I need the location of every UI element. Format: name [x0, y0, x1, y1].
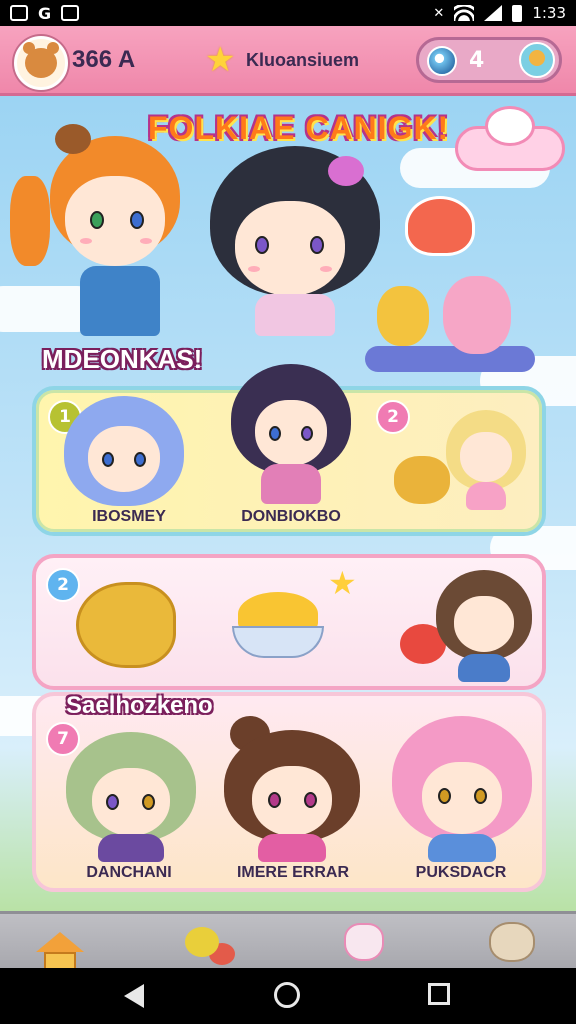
- nav-bunny[interactable]: [334, 918, 394, 966]
- chibi-blue-hair[interactable]: [64, 396, 184, 506]
- character-name: PUKSDACR: [415, 864, 507, 881]
- small-bear: [394, 456, 450, 504]
- chibi-purple-hair[interactable]: [231, 364, 351, 504]
- nav-home[interactable]: [30, 918, 90, 972]
- bottom-nav: [0, 911, 576, 972]
- chibi-pink-hair[interactable]: [392, 716, 532, 862]
- header-title: Kluoansiuem: [246, 50, 360, 70]
- section-label-3: Saelhozkeno: [66, 692, 213, 719]
- recents-icon[interactable]: [428, 983, 450, 1005]
- chibi-green-hair[interactable]: [66, 732, 196, 862]
- cat-icon: [61, 5, 80, 21]
- chibi-blonde[interactable]: [446, 410, 526, 510]
- home-circle-icon[interactable]: [274, 982, 300, 1008]
- counter-pill[interactable]: 4: [416, 37, 562, 83]
- panel-badge: 2: [46, 568, 80, 602]
- character-panel-1[interactable]: 1 2 IBOSMEY DONBIOKBO: [32, 364, 546, 536]
- moon-orb-icon: [427, 46, 457, 76]
- character-panel-3[interactable]: 7 DANCHANI IMERE ERRAR PUKSDACR: [32, 692, 546, 892]
- battery-icon: [512, 4, 523, 22]
- character-name: IMERE ERRAR: [236, 864, 349, 881]
- counter-value: 4: [469, 48, 485, 73]
- chibi-brown-pigtails[interactable]: [436, 570, 532, 682]
- character-panel-2[interactable]: 2 ★: [32, 554, 546, 690]
- bunny-icon: [344, 923, 384, 961]
- game-header: 366 A ★ Kluoansiuem 4: [0, 26, 576, 96]
- chibi-black-hair[interactable]: [200, 146, 390, 336]
- fruit-icon: [185, 927, 219, 957]
- jelly-bowl: [232, 592, 324, 658]
- panel-badge-secondary: 2: [376, 400, 410, 434]
- character-name: DONBIOKBO: [241, 508, 341, 525]
- golden-bear: [76, 582, 176, 668]
- bear-avatar-icon: [23, 42, 59, 78]
- wifi-icon: [454, 5, 475, 21]
- cookie-icon: [489, 922, 535, 962]
- bear-friends: [365, 276, 535, 376]
- character-name: IBOSMEY: [92, 508, 166, 525]
- player-avatar[interactable]: [14, 36, 68, 90]
- chibi-brown-bun[interactable]: [224, 716, 360, 862]
- flying-cloud-mascot: [455, 106, 565, 176]
- mascot-icon: [519, 42, 555, 78]
- home-icon: [36, 932, 84, 972]
- chibi-orange-hair[interactable]: [10, 116, 200, 336]
- nav-cookie[interactable]: [482, 918, 542, 966]
- star-icon: ★: [328, 564, 357, 602]
- game-scene: FOLKIAE CANIGK! MDEONKAS! 1 2 IBOSMEY DO…: [0, 96, 576, 911]
- coin-count: 366 A: [72, 46, 136, 73]
- system-nav-bar: [0, 968, 576, 1024]
- clock: 1:33: [532, 4, 566, 22]
- google-icon: G: [38, 3, 52, 23]
- image-icon: [10, 5, 28, 21]
- status-bar: G ✕ 1:33: [0, 0, 576, 26]
- jelly-balloon: [405, 196, 475, 256]
- character-name: DANCHANI: [86, 864, 172, 881]
- nav-fruit[interactable]: [172, 918, 232, 966]
- star-icon: ★: [205, 40, 236, 80]
- signal-icon: [484, 5, 503, 21]
- mute-icon: ✕: [433, 5, 445, 21]
- section-label-1: MDEONKAS!: [42, 344, 203, 374]
- back-icon[interactable]: [124, 984, 144, 1008]
